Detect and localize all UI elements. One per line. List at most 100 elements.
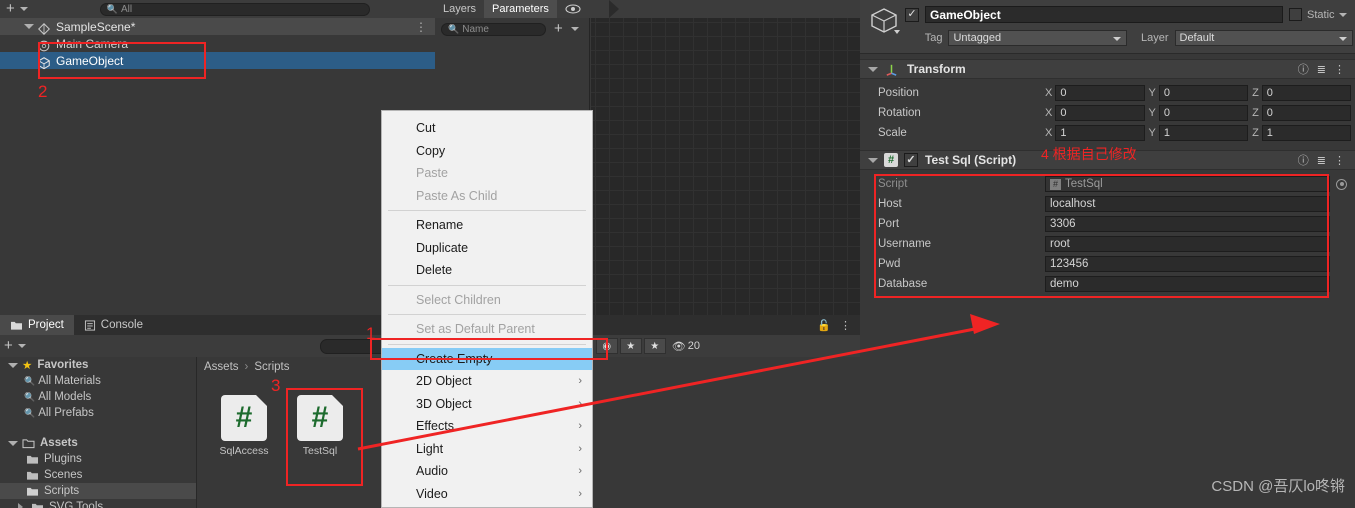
plus-icon[interactable]: + — [554, 21, 563, 36]
eye-toggle[interactable] — [557, 0, 589, 18]
menu-item-delete[interactable]: Delete — [382, 259, 592, 282]
scale-x-input[interactable]: 1 — [1055, 125, 1145, 141]
script-label: Script — [878, 178, 908, 190]
menu-item-light[interactable]: Light › — [382, 438, 592, 461]
tree-item-scripts[interactable]: Scripts — [0, 483, 196, 499]
tab-layers[interactable]: Layers — [435, 0, 484, 18]
scale-z-input[interactable]: 1 — [1261, 125, 1351, 141]
menu-item-copy[interactable]: Copy — [382, 140, 592, 163]
tab-parameters[interactable]: Parameters — [484, 0, 557, 18]
menu-item-video[interactable]: Video › — [382, 483, 592, 506]
help-icon[interactable]: ⓘ — [1298, 61, 1309, 77]
asset-item-testsql[interactable]: # TestSql — [287, 395, 353, 457]
chevron-down-icon[interactable] — [1338, 12, 1347, 17]
chevron-down-icon[interactable] — [19, 7, 28, 11]
pwd-input[interactable]: 123456 — [1045, 256, 1330, 272]
search-icon: 🔍 — [106, 3, 118, 14]
tab-console[interactable]: Console — [74, 315, 153, 335]
preset-icon[interactable]: ≣ — [1317, 63, 1326, 76]
testsql-enabled-checkbox[interactable]: ✓ — [904, 153, 918, 167]
axis-z-label: Z — [1252, 127, 1259, 139]
testsql-title: Test Sql (Script) — [925, 153, 1017, 167]
lock-icon[interactable]: 🔓 — [817, 319, 831, 332]
chevron-down-icon[interactable] — [17, 344, 26, 348]
menu-item-paste-as-child: Paste As Child — [382, 185, 592, 208]
position-y-input[interactable]: 0 — [1158, 85, 1249, 101]
tree-item-all-materials[interactable]: 🔍 All Materials — [0, 373, 196, 389]
menu-item-label: Set as Default Parent — [416, 322, 535, 337]
menu-item-cut[interactable]: Cut — [382, 117, 592, 140]
rotation-x-input[interactable]: 0 — [1055, 105, 1145, 121]
static-checkbox[interactable] — [1289, 8, 1302, 21]
help-icon[interactable]: ⓘ — [1298, 152, 1309, 168]
chevron-down-icon[interactable] — [868, 157, 878, 163]
animator-state-graph[interactable] — [591, 18, 860, 315]
tree-item-all-prefabs[interactable]: 🔍 All Prefabs — [0, 405, 196, 421]
parameter-search-placeholder: Name — [462, 23, 489, 35]
plus-icon[interactable]: + — [6, 1, 15, 16]
layer-dropdown[interactable]: Default — [1174, 30, 1354, 46]
asset-type-filter-icon[interactable]: ◉ — [595, 338, 618, 354]
kebab-menu-icon[interactable]: ⋮ — [415, 20, 435, 34]
kebab-menu-icon[interactable]: ⋮ — [1334, 154, 1345, 167]
rotation-y-input[interactable]: 0 — [1158, 105, 1249, 121]
object-picker-icon[interactable] — [1336, 178, 1347, 190]
breadcrumb-assets[interactable]: Assets — [204, 361, 239, 373]
chevron-right-icon[interactable] — [18, 503, 28, 508]
tag-dropdown[interactable]: Untagged — [948, 30, 1127, 46]
tree-item-label: Favorites — [37, 359, 89, 371]
menu-item-label: Audio — [416, 464, 448, 479]
scale-label: Scale — [878, 127, 907, 139]
tab-parameters-label: Parameters — [492, 3, 549, 15]
menu-item-duplicate[interactable]: Duplicate — [382, 237, 592, 260]
gameobject-name-input[interactable]: GameObject — [925, 6, 1283, 23]
chevron-down-icon[interactable] — [868, 66, 878, 72]
menu-item-label: Select Children — [416, 292, 501, 307]
tree-item-svg-tools[interactable]: SVG Tools — [0, 499, 196, 508]
menu-item-audio[interactable]: Audio › — [382, 460, 592, 483]
hierarchy-scene-row[interactable]: SampleScene* ⋮ — [0, 18, 435, 35]
tree-item-assets[interactable]: Assets — [0, 435, 196, 451]
position-z-input[interactable]: 0 — [1261, 85, 1351, 101]
kebab-menu-icon[interactable]: ⋮ — [1334, 63, 1345, 76]
tree-item-all-models[interactable]: 🔍 All Models — [0, 389, 196, 405]
eye-slash-icon[interactable]: 👁 — [672, 340, 686, 353]
kebab-menu-icon[interactable]: ⋮ — [840, 319, 851, 332]
menu-item-create-empty[interactable]: Create Empty — [382, 347, 592, 370]
menu-item-2d-object[interactable]: 2D Object › — [382, 370, 592, 393]
menu-item-effects[interactable]: Effects › — [382, 415, 592, 438]
scale-y-input[interactable]: 1 — [1158, 125, 1249, 141]
tree-item-favorites[interactable]: ★ Favorites — [0, 357, 196, 373]
plus-icon[interactable]: + — [4, 338, 13, 353]
hierarchy-item-gameobject[interactable]: GameObject — [0, 52, 435, 69]
position-x-input[interactable]: 0 — [1055, 85, 1145, 101]
transform-component-header[interactable]: Transform ⓘ ≣ ⋮ — [860, 59, 1355, 79]
tab-project[interactable]: Project — [0, 315, 74, 335]
label-filter-icon[interactable]: ★ — [619, 338, 642, 354]
host-input[interactable]: localhost — [1045, 196, 1330, 212]
hierarchy-item-main-camera[interactable]: Main Camera — [0, 35, 435, 52]
database-field-row: Database demo — [860, 274, 1355, 294]
menu-item-3d-object[interactable]: 3D Object › — [382, 393, 592, 416]
animator-parameter-toolbar: 🔍 Name + — [435, 18, 589, 40]
parameter-search-input[interactable]: 🔍 Name — [441, 22, 546, 36]
rotation-z-input[interactable]: 0 — [1261, 105, 1351, 121]
port-input[interactable]: 3306 — [1045, 216, 1330, 232]
username-input[interactable]: root — [1045, 236, 1330, 252]
tree-item-plugins[interactable]: Plugins — [0, 451, 196, 467]
tree-item-scenes[interactable]: Scenes — [0, 467, 196, 483]
menu-separator — [388, 210, 586, 211]
annotation-number-1: 1 — [366, 324, 376, 343]
preset-icon[interactable]: ≣ — [1317, 154, 1326, 167]
asset-item-sqlaccess[interactable]: # SqlAccess — [211, 395, 277, 457]
script-object-field[interactable]: # TestSql — [1045, 176, 1330, 192]
hierarchy-search-input[interactable]: 🔍 All — [99, 2, 370, 16]
breadcrumb-scripts[interactable]: Scripts — [254, 361, 289, 373]
database-input[interactable]: demo — [1045, 276, 1330, 292]
favorite-star-icon[interactable]: ★ — [643, 338, 666, 354]
menu-item-rename[interactable]: Rename — [382, 214, 592, 237]
chevron-down-icon[interactable] — [570, 27, 579, 31]
tree-item-label: All Materials — [38, 375, 101, 387]
gameobject-enabled-checkbox[interactable]: ✓ — [905, 7, 919, 22]
chevron-down-icon[interactable] — [24, 24, 34, 29]
